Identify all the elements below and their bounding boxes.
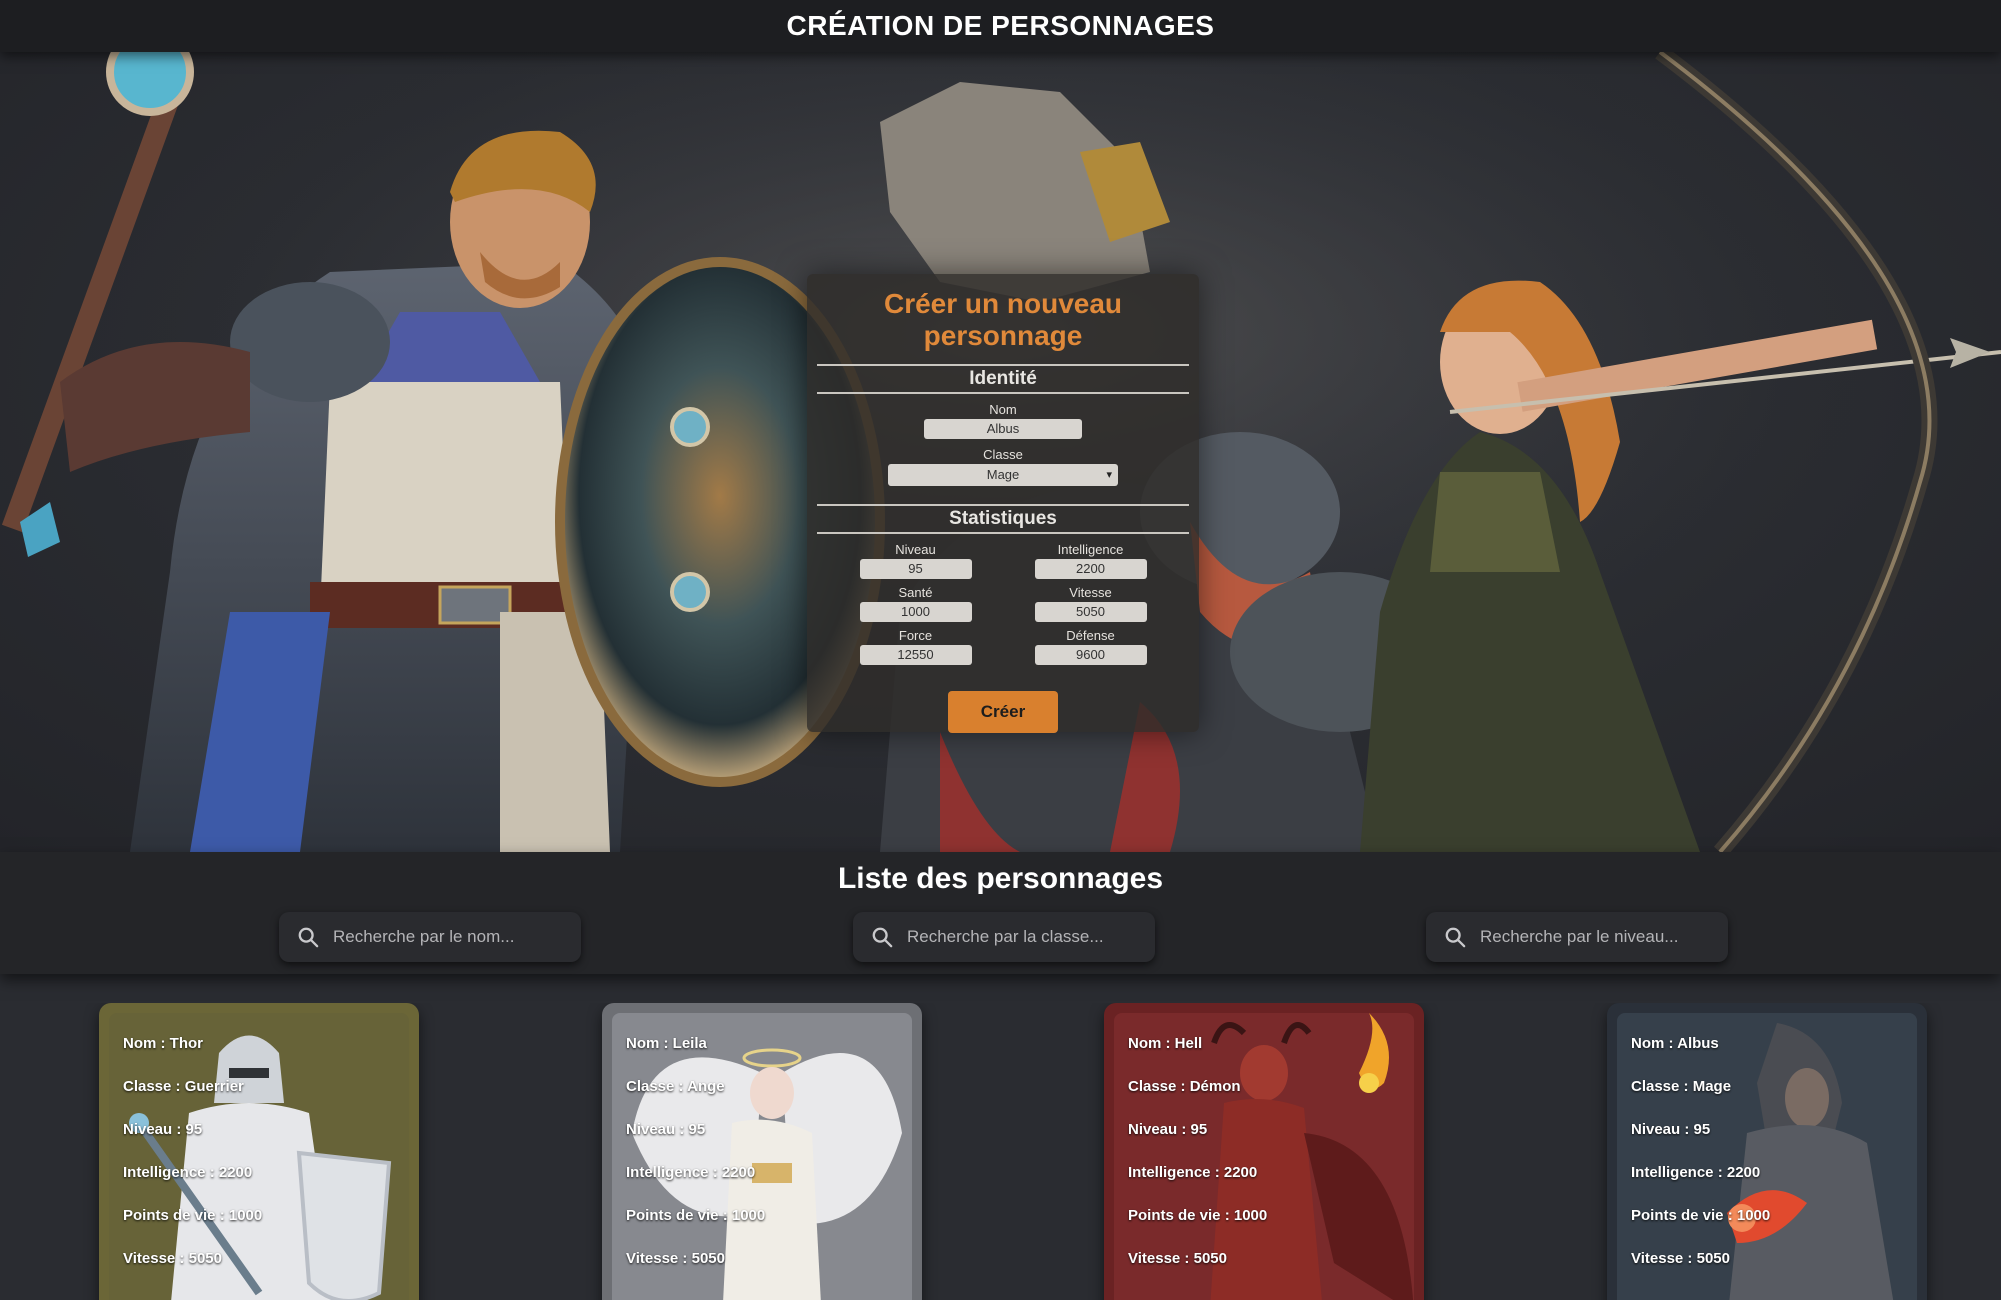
- card-details: Nom : Albus Classe : Mage Niveau : 95 In…: [1631, 1035, 1770, 1293]
- search-icon: [872, 927, 893, 948]
- stats-section-heading: Statistiques: [817, 504, 1189, 534]
- card-intelligence: Intelligence : 2200: [123, 1164, 253, 1181]
- level-field: Niveau 95: [853, 538, 978, 579]
- card-hp: Points de vie : 1000: [626, 1207, 766, 1224]
- page-title: CRÉATION DE PERSONNAGES: [786, 10, 1215, 41]
- card-details: Nom : Leila Classe : Ange Niveau : 95 In…: [626, 1035, 765, 1293]
- card-intelligence: Intelligence : 2200: [1631, 1164, 1761, 1181]
- health-label: Santé: [898, 585, 933, 600]
- card-intelligence: Intelligence : 2200: [626, 1164, 756, 1181]
- card-class: Classe : Mage: [1631, 1078, 1732, 1095]
- search-class-placeholder: Recherche par la classe...: [907, 927, 1104, 946]
- speed-field: Vitesse 5050: [1028, 581, 1153, 622]
- search-name-placeholder: Recherche par le nom...: [333, 927, 515, 946]
- card-class: Classe : Guerrier: [123, 1078, 244, 1095]
- health-field: Santé 1000: [853, 581, 978, 622]
- card-class: Classe : Ange: [626, 1078, 725, 1095]
- list-title: Liste des personnages: [837, 862, 1164, 895]
- character-card-leila[interactable]: Nom : Leila Classe : Ange Niveau : 95 In…: [602, 1003, 922, 1300]
- search-icon: [1445, 927, 1466, 948]
- card-speed: Vitesse : 5050: [1631, 1250, 1730, 1267]
- intelligence-label: Intelligence: [1057, 542, 1124, 557]
- search-by-level[interactable]: Recherche par le niveau...: [1426, 912, 1728, 962]
- class-select-value: Mage: [986, 467, 1020, 482]
- chevron-down-icon: ▾: [1106, 469, 1112, 481]
- intelligence-field: Intelligence 2200: [1028, 538, 1153, 579]
- class-label: Classe: [983, 447, 1023, 462]
- strength-label: Force: [898, 628, 933, 643]
- card-level: Niveau : 95: [1631, 1121, 1711, 1138]
- search-by-class[interactable]: Recherche par la classe...: [853, 912, 1155, 962]
- card-image-area: Nom : Leila Classe : Ange Niveau : 95 In…: [612, 1013, 912, 1300]
- card-hp: Points de vie : 1000: [1128, 1207, 1268, 1224]
- card-level: Niveau : 95: [123, 1121, 203, 1138]
- card-name: Nom : Hell: [1128, 1035, 1203, 1052]
- speed-label: Vitesse: [1069, 585, 1112, 600]
- card-hp: Points de vie : 1000: [1631, 1207, 1771, 1224]
- character-card-albus[interactable]: Nom : Albus Classe : Mage Niveau : 95 In…: [1607, 1003, 1927, 1300]
- class-select[interactable]: Mage ▾: [888, 464, 1118, 486]
- card-speed: Vitesse : 5050: [626, 1250, 725, 1267]
- form-title: Créer un nouveau personnage: [883, 288, 1123, 351]
- card-level: Niveau : 95: [1128, 1121, 1208, 1138]
- search-level-placeholder: Recherche par le niveau...: [1480, 927, 1679, 946]
- card-image-area: Nom : Albus Classe : Mage Niveau : 95 In…: [1617, 1013, 1917, 1300]
- speed-input[interactable]: 5050: [1034, 602, 1147, 622]
- card-level: Niveau : 95: [626, 1121, 706, 1138]
- create-button[interactable]: Créer: [948, 691, 1058, 733]
- card-details: Nom : Hell Classe : Démon Niveau : 95 In…: [1128, 1035, 1267, 1293]
- hero-banner: Créer un nouveau personnage Identité Nom…: [0, 52, 2001, 852]
- stats-grid: Niveau 95 Intelligence 2200 Santé 1000 V…: [807, 534, 1199, 665]
- card-image-area: Nom : Hell Classe : Démon Niveau : 95 In…: [1114, 1013, 1414, 1300]
- defense-field: Défense 9600: [1028, 624, 1153, 665]
- name-label: Nom: [989, 402, 1017, 417]
- character-creation-form: Créer un nouveau personnage Identité Nom…: [807, 274, 1199, 733]
- strength-input[interactable]: 12550: [859, 645, 972, 665]
- card-name: Nom : Albus: [1631, 1035, 1719, 1052]
- identity-section-heading: Identité: [817, 364, 1189, 394]
- card-intelligence: Intelligence : 2200: [1128, 1164, 1258, 1181]
- card-speed: Vitesse : 5050: [123, 1250, 222, 1267]
- character-card-thor[interactable]: Nom : Thor Classe : Guerrier Niveau : 95…: [99, 1003, 419, 1300]
- character-cards: Nom : Thor Classe : Guerrier Niveau : 95…: [0, 1003, 2001, 1300]
- search-by-name[interactable]: Recherche par le nom...: [279, 912, 581, 962]
- name-input[interactable]: Albus: [924, 419, 1082, 439]
- defense-label: Défense: [1066, 628, 1115, 643]
- health-input[interactable]: 1000: [859, 602, 972, 622]
- level-input[interactable]: 95: [859, 559, 972, 579]
- search-icon: [298, 927, 319, 948]
- defense-input[interactable]: 9600: [1034, 645, 1147, 665]
- card-details: Nom : Thor Classe : Guerrier Niveau : 95…: [123, 1035, 262, 1293]
- intelligence-input[interactable]: 2200: [1034, 559, 1147, 579]
- top-header: CRÉATION DE PERSONNAGES: [0, 0, 2001, 52]
- character-card-hell[interactable]: Nom : Hell Classe : Démon Niveau : 95 In…: [1104, 1003, 1424, 1300]
- card-class: Classe : Démon: [1128, 1078, 1241, 1095]
- level-label: Niveau: [895, 542, 936, 557]
- card-name: Nom : Thor: [123, 1035, 203, 1052]
- character-list-header: Liste des personnages Recherche par le n…: [0, 852, 2001, 974]
- card-speed: Vitesse : 5050: [1128, 1250, 1227, 1267]
- card-hp: Points de vie : 1000: [123, 1207, 263, 1224]
- card-image-area: Nom : Thor Classe : Guerrier Niveau : 95…: [109, 1013, 409, 1300]
- card-name: Nom : Leila: [626, 1035, 707, 1052]
- strength-field: Force 12550: [853, 624, 978, 665]
